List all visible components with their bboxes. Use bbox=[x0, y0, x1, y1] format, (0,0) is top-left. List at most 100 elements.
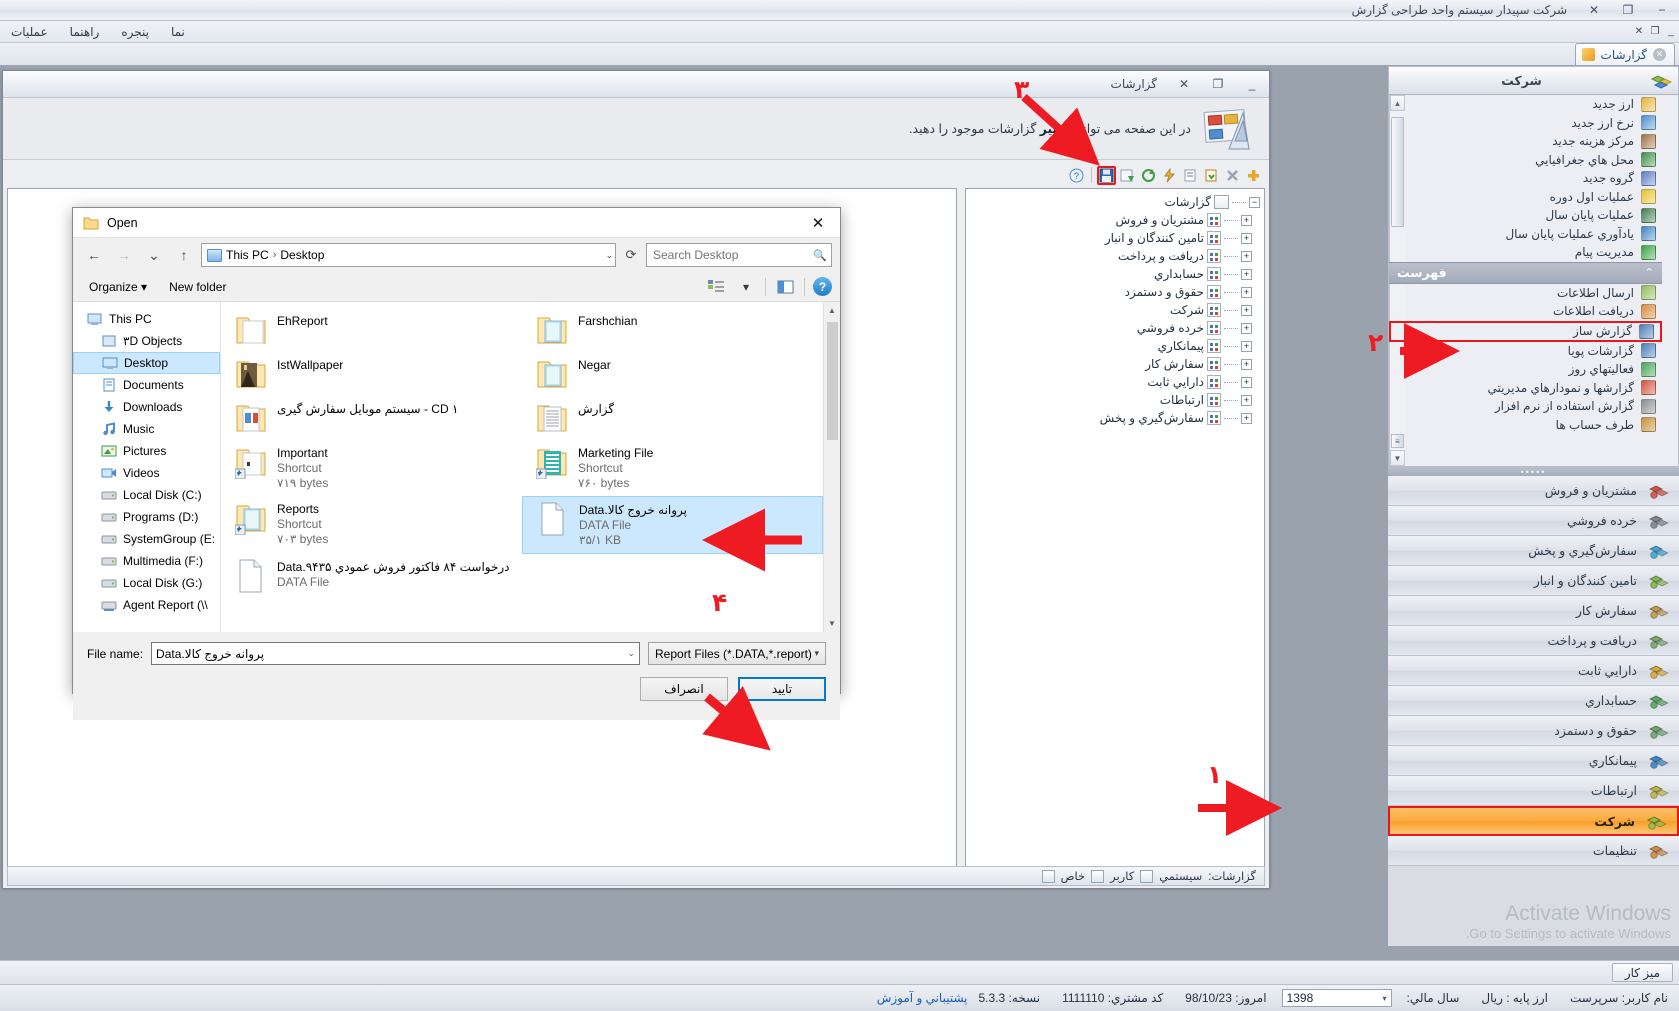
recent-locations-icon[interactable]: ⌄ bbox=[141, 243, 167, 267]
file-item[interactable]: درخواست ۸۴ فاکتور فروش عمودي ۹۴۳۵.Data DA… bbox=[221, 554, 522, 598]
restore-window-button[interactable]: ❐ bbox=[1611, 0, 1645, 20]
nav-pane-item[interactable]: Downloads bbox=[73, 396, 220, 418]
sidebar-nav-item[interactable]: دارایي ثابت bbox=[1388, 656, 1679, 686]
sidebar-nav-item[interactable]: حسابداري bbox=[1388, 686, 1679, 716]
sidebar-action-item[interactable]: مرکز هزینه جدید bbox=[1389, 132, 1662, 151]
sidebar-nav-item[interactable]: تامین کنندگان و انبار bbox=[1388, 566, 1679, 596]
tree-node-row[interactable]: + سفارش کار bbox=[966, 355, 1262, 373]
file-item[interactable]: IstWallpaper bbox=[221, 352, 522, 396]
file-scroll-up-icon[interactable]: ▲ bbox=[824, 302, 841, 319]
file-item[interactable]: Negar bbox=[522, 352, 823, 396]
tree-node-row[interactable]: + شرکت bbox=[966, 301, 1262, 319]
mdi-restore-icon[interactable]: ❐ bbox=[1647, 23, 1663, 41]
nav-pane-item[interactable]: Documents bbox=[73, 374, 220, 396]
tree-node-row[interactable]: + دریافت و پرداخت bbox=[966, 247, 1262, 265]
filename-input[interactable]: پروانه خروج کالا.Data ⌄ bbox=[151, 642, 640, 665]
up-one-level-icon[interactable]: ↑ bbox=[171, 243, 197, 267]
sidebar-nav-item[interactable]: مشتریان و فروش bbox=[1388, 476, 1679, 506]
file-list-scrollbar[interactable]: ▲ ▼ bbox=[823, 302, 840, 632]
tree-node-row[interactable]: + سفارش‌گیري و پخش bbox=[966, 409, 1262, 427]
file-item[interactable]: Reports Shortcut ۷۰۳ bytes bbox=[221, 496, 522, 554]
expander-icon[interactable]: + bbox=[1241, 232, 1252, 244]
refresh-icon[interactable]: ⟳ bbox=[620, 243, 642, 267]
confirm-button[interactable]: تایید bbox=[738, 677, 826, 701]
expander-icon[interactable]: − bbox=[1249, 196, 1260, 208]
reports-minimize-button[interactable]: _ bbox=[1235, 72, 1269, 97]
sidebar-menu-item[interactable]: فعالیتهاي روز bbox=[1389, 360, 1662, 379]
sidebar-menu-item[interactable]: دریافت اطلاعات bbox=[1389, 302, 1662, 321]
menu-item-view[interactable]: نما bbox=[160, 23, 196, 41]
expander-icon[interactable]: + bbox=[1241, 358, 1252, 370]
sidebar-action-item[interactable]: یادآوري عملیات پایان سال bbox=[1389, 225, 1662, 244]
expander-icon[interactable]: + bbox=[1241, 340, 1252, 352]
report-tree-panel[interactable]: − گزارشات + مشتریان و فروش + تامین کنندگان … bbox=[965, 188, 1265, 878]
new-folder-button[interactable]: New folder bbox=[161, 276, 234, 298]
fiscal-year-select[interactable]: ▾ 1398 bbox=[1281, 989, 1392, 1007]
reports-restore-button[interactable]: ❐ bbox=[1201, 72, 1235, 97]
file-scrollbar-thumb[interactable] bbox=[826, 322, 838, 440]
sidebar-menu-item[interactable]: گزارش استفاده از نرم افزار bbox=[1389, 397, 1662, 416]
mdi-close-icon[interactable]: ✕ bbox=[1631, 23, 1647, 41]
save-report-icon[interactable] bbox=[1097, 165, 1116, 185]
mdi-minimize-icon[interactable]: _ bbox=[1663, 23, 1679, 41]
sidebar-splitter[interactable]: ••••• bbox=[1388, 467, 1679, 477]
sidebar-action-item[interactable]: محل هاي جغرافیایي bbox=[1389, 151, 1662, 170]
run-report-icon[interactable] bbox=[1160, 166, 1179, 185]
filename-dropdown-icon[interactable]: ⌄ bbox=[627, 648, 635, 659]
tree-node-row[interactable]: + حقوق و دستمزد bbox=[966, 283, 1262, 301]
expander-icon[interactable]: + bbox=[1241, 214, 1252, 226]
expander-icon[interactable]: + bbox=[1241, 376, 1252, 388]
nav-pane-item[interactable]: Pictures bbox=[73, 440, 220, 462]
sidebar-action-item[interactable]: نرخ ارز جدید bbox=[1389, 114, 1662, 133]
tree-node-row[interactable]: + حسابداري bbox=[966, 265, 1262, 283]
sidebar-group-header[interactable]: ⌃ فهرست bbox=[1389, 261, 1662, 284]
file-item[interactable]: CD ۱ - سیستم موبایل سفارش گیری bbox=[221, 396, 522, 440]
address-breadcrumb[interactable]: This PC › Desktop ⌄ bbox=[201, 243, 616, 267]
file-type-select[interactable]: Report Files (*.DATA,*.report) ▾ bbox=[648, 642, 826, 665]
sidebar-nav-item[interactable]: پیمانکاري bbox=[1388, 746, 1679, 776]
tree-node-row[interactable]: + دارایي ثابت bbox=[966, 373, 1262, 391]
nav-pane-item[interactable]: ۳D Objects bbox=[73, 330, 220, 352]
sidebar-nav-item[interactable]: خرده فروشي bbox=[1388, 506, 1679, 536]
sidebar-menu-item[interactable]: گزارشها و نمودارهاي مدیریتي bbox=[1389, 379, 1662, 398]
preview-pane-icon[interactable] bbox=[774, 278, 796, 296]
tree-node-row[interactable]: + مشتریان و فروش bbox=[966, 211, 1262, 229]
file-item[interactable]: پروانه خروج کالا.Data DATA File ۳۵/۱ KB bbox=[522, 496, 823, 554]
help-icon[interactable]: ? bbox=[1067, 166, 1086, 185]
sidebar-nav-item[interactable]: حقوق و دستمزد bbox=[1388, 716, 1679, 746]
sidebar-action-item[interactable]: گروه جدید bbox=[1389, 169, 1662, 188]
change-view-icon[interactable] bbox=[705, 278, 727, 296]
expander-icon[interactable]: + bbox=[1241, 412, 1252, 424]
minimize-window-button[interactable]: − bbox=[1645, 0, 1679, 20]
breadcrumb-root[interactable]: This PC bbox=[226, 248, 269, 262]
menu-item-help[interactable]: راهنما bbox=[59, 23, 111, 41]
nav-pane-item[interactable]: Multimedia (F:) bbox=[73, 550, 220, 572]
tree-node-row[interactable]: + پیمانکاري bbox=[966, 337, 1262, 355]
file-item[interactable]: EhReport bbox=[221, 308, 522, 352]
chevron-up-icon[interactable]: ⌃ bbox=[1645, 266, 1654, 279]
dialog-close-button[interactable]: ✕ bbox=[798, 208, 838, 237]
sidebar-action-item[interactable]: مدیریت پیام bbox=[1389, 243, 1662, 262]
sidebar-nav-item[interactable]: سفارش‌گیري و پخش bbox=[1388, 536, 1679, 566]
tree-node-row[interactable]: + تامین کنندگان و انبار bbox=[966, 229, 1262, 247]
view-dropdown-icon[interactable]: ▾ bbox=[735, 278, 757, 296]
file-scroll-down-icon[interactable]: ▼ bbox=[824, 615, 841, 632]
sidebar-nav-item[interactable]: دریافت و پرداخت bbox=[1388, 626, 1679, 656]
reports-close-button[interactable]: ✕ bbox=[1167, 72, 1201, 97]
sidebar-action-item[interactable]: عملیات اول دوره bbox=[1389, 188, 1662, 207]
tab-reports[interactable]: ✕ گزارشات bbox=[1574, 43, 1675, 65]
tree-root-row[interactable]: − گزارشات bbox=[966, 193, 1262, 211]
sidebar-nav-item[interactable]: شرکت bbox=[1388, 806, 1679, 836]
file-item[interactable]: Marketing File Shortcut ۷۶۰ bytes bbox=[522, 440, 823, 496]
nav-pane-item[interactable]: SystemGroup (E: bbox=[73, 528, 220, 550]
expander-icon[interactable]: + bbox=[1241, 322, 1252, 334]
save-as-report-icon[interactable] bbox=[1118, 166, 1137, 185]
search-box[interactable]: 🔍 bbox=[646, 243, 832, 267]
sidebar-menu-item[interactable]: گزارشات پویا bbox=[1389, 342, 1662, 361]
sidebar-nav-item[interactable]: سفارش کار bbox=[1388, 596, 1679, 626]
task-button-desktop[interactable]: میز کار bbox=[1611, 963, 1673, 982]
nav-pane-item[interactable]: Local Disk (G:) bbox=[73, 572, 220, 594]
sidebar-nav-item[interactable]: تنظیمات bbox=[1388, 836, 1679, 866]
file-item[interactable]: Farshchian bbox=[522, 308, 823, 352]
menu-item-window[interactable]: پنجره bbox=[110, 23, 160, 41]
